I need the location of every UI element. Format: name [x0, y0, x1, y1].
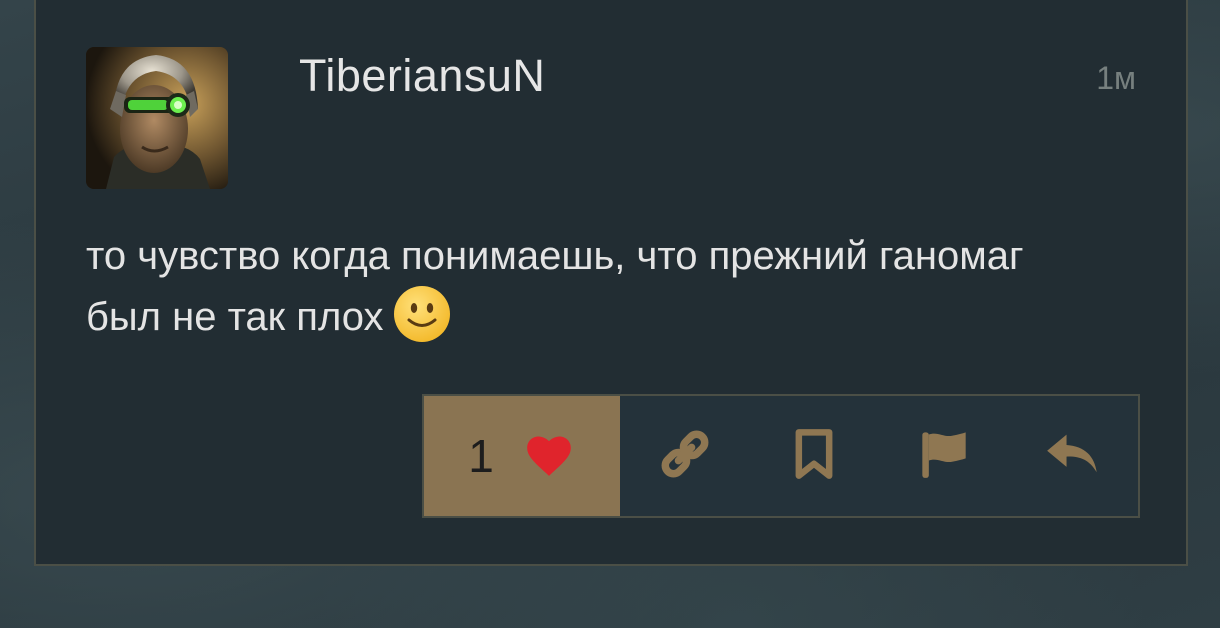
avatar[interactable]: [86, 47, 228, 189]
flag-button[interactable]: [879, 396, 1009, 516]
post-actions-bar: 1: [422, 394, 1140, 518]
flag-icon: [917, 428, 971, 485]
reply-button[interactable]: [1009, 396, 1139, 516]
heart-icon: [522, 430, 576, 483]
copy-link-button[interactable]: [620, 396, 750, 516]
link-icon: [657, 426, 713, 487]
reply-icon: [1045, 432, 1101, 481]
bookmark-icon: [791, 428, 837, 485]
bookmark-button[interactable]: [750, 396, 880, 516]
slightly-smiling-face-icon: [392, 284, 452, 344]
like-button[interactable]: 1: [424, 396, 620, 516]
post-card: TiberiansuN 1м то чувство когда понимаеш…: [34, 0, 1188, 566]
like-count: 1: [468, 430, 494, 482]
post-message: то чувство когда понимаешь, что прежний …: [86, 226, 1086, 348]
timestamp[interactable]: 1м: [1096, 60, 1136, 97]
message-text: то чувство когда понимаешь, что прежний …: [86, 234, 1024, 339]
avatar-image: [86, 47, 228, 189]
username[interactable]: TiberiansuN: [299, 50, 545, 102]
